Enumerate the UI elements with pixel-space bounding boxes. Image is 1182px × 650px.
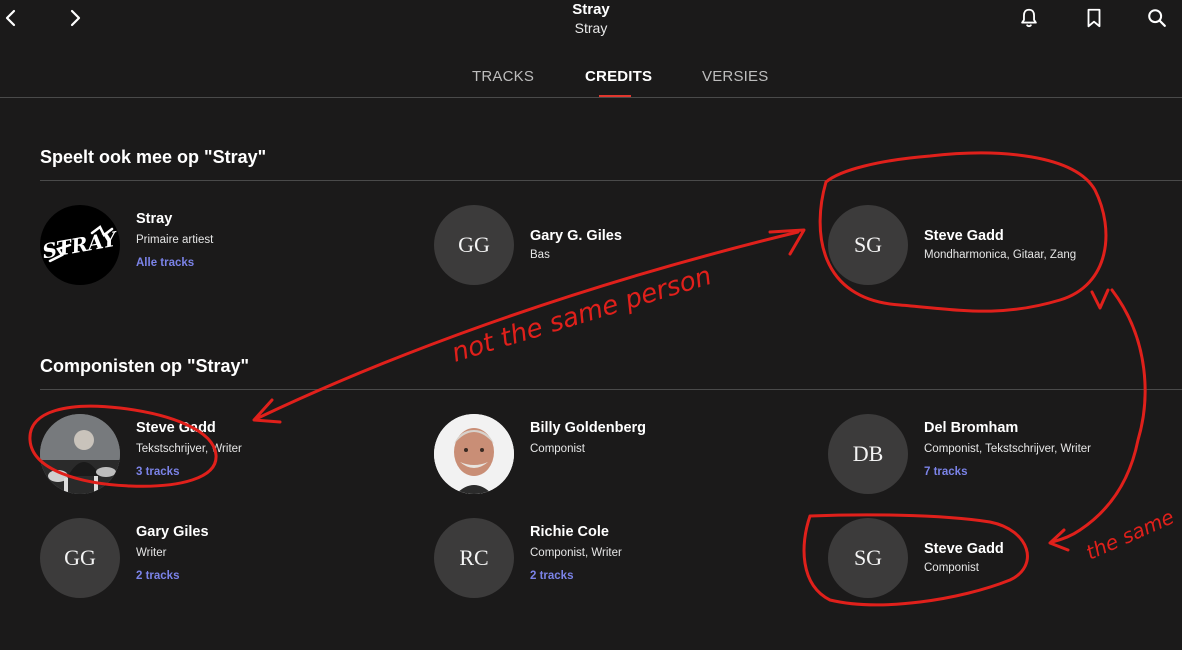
credit-card-steve-gadd-performer[interactable]: SG Steve Gadd Mondharmonica, Gitaar, Zan… [828, 205, 1182, 287]
credit-card-billy-goldenberg[interactable]: Billy Goldenberg Componist [434, 414, 794, 496]
credit-card-gary-giles[interactable]: GG Gary Giles Writer 2 tracks [40, 518, 400, 600]
credit-card-steve-gadd-writer[interactable]: Steve Gadd Tekstschrijver, Writer 3 trac… [40, 414, 400, 496]
top-bar: Stray Stray [0, 0, 1182, 52]
credit-card-gary-g-giles[interactable]: GG Gary G. Giles Bas [434, 205, 794, 287]
section-title-composers: Componisten op "Stray" [40, 356, 250, 376]
credit-name: Billy Goldenberg [530, 420, 647, 436]
credit-name: Gary Giles [136, 524, 209, 540]
initials-avatar: DB [828, 414, 908, 494]
initials-avatar: SG [828, 518, 908, 598]
tab-bar: TRACKS CREDITS VERSIES [0, 62, 1182, 98]
initials-avatar: SG [828, 205, 908, 285]
page-title: Stray [572, 1, 610, 18]
tracks-link[interactable]: 2 tracks [530, 570, 573, 582]
person-photo-avatar [434, 414, 514, 494]
all-tracks-link[interactable]: Alle tracks [136, 257, 194, 269]
credit-card-stray[interactable]: STRAY Stray Primaire artiest Alle tracks [40, 205, 400, 287]
credit-name: Stray [136, 211, 173, 227]
tracks-link[interactable]: 2 tracks [136, 570, 179, 582]
credit-card-richie-cole[interactable]: RC Richie Cole Componist, Writer 2 track… [434, 518, 794, 600]
credit-role: Primaire artiest [136, 234, 214, 246]
credit-role: Tekstschrijver, Writer [136, 443, 242, 455]
credit-role: Bas [530, 249, 550, 261]
credit-name: Steve Gadd [136, 420, 216, 436]
tracks-link[interactable]: 7 tracks [924, 466, 967, 478]
initials-avatar: GG [40, 518, 120, 598]
section-divider [40, 389, 1182, 390]
page-title-block: Stray Stray [0, 1, 1182, 37]
section-title-performers: Speelt ook mee op "Stray" [40, 147, 267, 167]
bookmark-icon[interactable] [1083, 7, 1105, 29]
tabs-divider [0, 97, 1182, 98]
credit-name: Steve Gadd [924, 541, 1004, 557]
credit-name: Del Bromham [924, 420, 1019, 436]
page-subtitle: Stray [574, 20, 608, 36]
tab-credits[interactable]: CREDITS [585, 68, 652, 85]
credit-name: Steve Gadd [924, 228, 1004, 244]
tab-tracks[interactable]: TRACKS [472, 68, 534, 85]
search-icon[interactable] [1146, 7, 1168, 29]
credit-role: Componist, Tekstschrijver, Writer [924, 443, 1092, 455]
credit-role: Componist [530, 443, 585, 455]
credit-card-del-bromham[interactable]: DB Del Bromham Componist, Tekstschrijver… [828, 414, 1182, 496]
credit-role: Mondharmonica, Gitaar, Zang [924, 249, 1077, 261]
credit-role: Writer [136, 547, 167, 559]
person-photo-avatar [40, 414, 120, 494]
tab-versies[interactable]: VERSIES [702, 68, 768, 85]
tracks-link[interactable]: 3 tracks [136, 466, 179, 478]
initials-avatar: GG [434, 205, 514, 285]
stray-logo-avatar: STRAY [40, 205, 120, 285]
credit-name: Gary G. Giles [530, 228, 622, 244]
credit-role: Componist [924, 562, 979, 574]
credit-card-steve-gadd-composer[interactable]: SG Steve Gadd Componist [828, 518, 1182, 600]
section-divider [40, 180, 1182, 181]
credit-name: Richie Cole [530, 524, 609, 540]
credit-role: Componist, Writer [530, 547, 622, 559]
bell-icon[interactable] [1018, 7, 1040, 29]
annotation-tick [1090, 288, 1110, 310]
initials-avatar: RC [434, 518, 514, 598]
